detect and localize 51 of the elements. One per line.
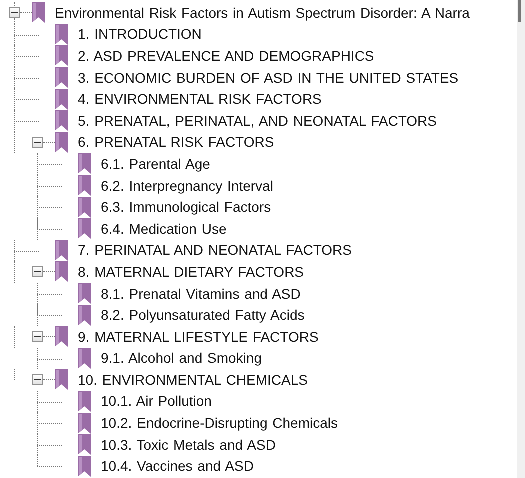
bookmark-title[interactable]: Environmental Risk Factors in Autism Spectrum Disorder: A Narra	[55, 4, 470, 21]
bookmark-title[interactable]: 5. PRENATAL, PERINATAL, AND NEONATAL FACTORS	[78, 112, 437, 129]
bookmark-icon	[78, 153, 91, 174]
bookmark-title[interactable]: 10.4. Vaccines and ASD	[101, 458, 254, 474]
bookmark-icon	[78, 304, 91, 326]
bookmark-title[interactable]: 3. ECONOMIC BURDEN OF ASD IN THE UNITED STATES	[78, 70, 459, 86]
bookmark-icon	[32, 2, 45, 24]
bookmark-title[interactable]: 1. INTRODUCTION	[78, 26, 202, 42]
bookmark-title[interactable]: 6. PRENATAL RISK FACTORS	[78, 134, 274, 150]
collapse-toggle[interactable]	[32, 374, 43, 386]
scrollbar-thumb[interactable]	[518, 0, 521, 22]
bookmark-title[interactable]: 10. ENVIRONMENTAL CHEMICALS	[78, 372, 308, 388]
bookmark-title[interactable]: 6.4. Medication Use	[101, 220, 227, 237]
bookmark-icon	[78, 456, 91, 477]
bookmark-title[interactable]: 2. ASD PREVALENCE AND DEMOGRAPHICS	[78, 48, 374, 64]
bookmark-icon	[78, 412, 91, 434]
bookmark-title[interactable]: 4. ENVIRONMENTAL RISK FACTORS	[78, 91, 322, 108]
bookmark-title[interactable]: 9. MATERNAL LIFESTYLE FACTORS	[78, 328, 319, 345]
bookmark-title[interactable]: 10.3. Toxic Metals and ASD	[101, 436, 276, 453]
bookmark-title[interactable]: 10.1. Air Pollution	[101, 393, 212, 410]
collapse-toggle[interactable]	[32, 331, 43, 342]
bookmark-icon	[78, 348, 91, 369]
bookmark-icon	[78, 434, 91, 456]
bookmark-icon	[55, 67, 68, 88]
bookmark-title[interactable]: 7. PERINATAL AND NEONATAL FACTORS	[78, 242, 352, 258]
bookmark-title[interactable]: 9.1. Alcohol and Smoking	[101, 350, 262, 366]
bookmark-title[interactable]: 10.2. Endocrine-Disrupting Chemicals	[101, 415, 338, 432]
bookmark-icon	[78, 218, 91, 240]
bookmark-icon	[55, 326, 68, 348]
bookmark-title[interactable]: 8.2. Polyunsaturated Fatty Acids	[101, 307, 305, 324]
bookmark-title[interactable]: 6.3. Immunological Factors	[101, 199, 272, 216]
bookmark-icon	[55, 261, 68, 282]
bookmark-icon	[55, 240, 68, 261]
bookmark-icon	[55, 132, 68, 153]
bookmark-icon	[55, 88, 68, 110]
bookmark-icon	[78, 196, 91, 218]
collapse-toggle[interactable]	[32, 136, 43, 148]
collapse-toggle[interactable]	[9, 7, 20, 18]
bookmark-icon	[78, 390, 91, 412]
bookmark-icon	[55, 110, 68, 132]
bookmark-icon	[55, 369, 68, 390]
bookmark-icon	[78, 283, 91, 304]
scrollbar[interactable]	[517, 0, 525, 478]
bookmark-icon	[55, 24, 68, 45]
collapse-toggle[interactable]	[32, 266, 43, 278]
bookmark-title[interactable]: 6.1. Parental Age	[101, 156, 210, 172]
bookmark-icon	[78, 175, 91, 196]
bookmark-title[interactable]: 8.1. Prenatal Vitamins and ASD	[101, 286, 301, 302]
bookmark-title[interactable]: 8. MATERNAL DIETARY FACTORS	[78, 264, 304, 280]
bookmark-icon	[55, 45, 68, 66]
bookmark-title[interactable]: 6.2. Interpregnancy Interval	[101, 178, 274, 194]
